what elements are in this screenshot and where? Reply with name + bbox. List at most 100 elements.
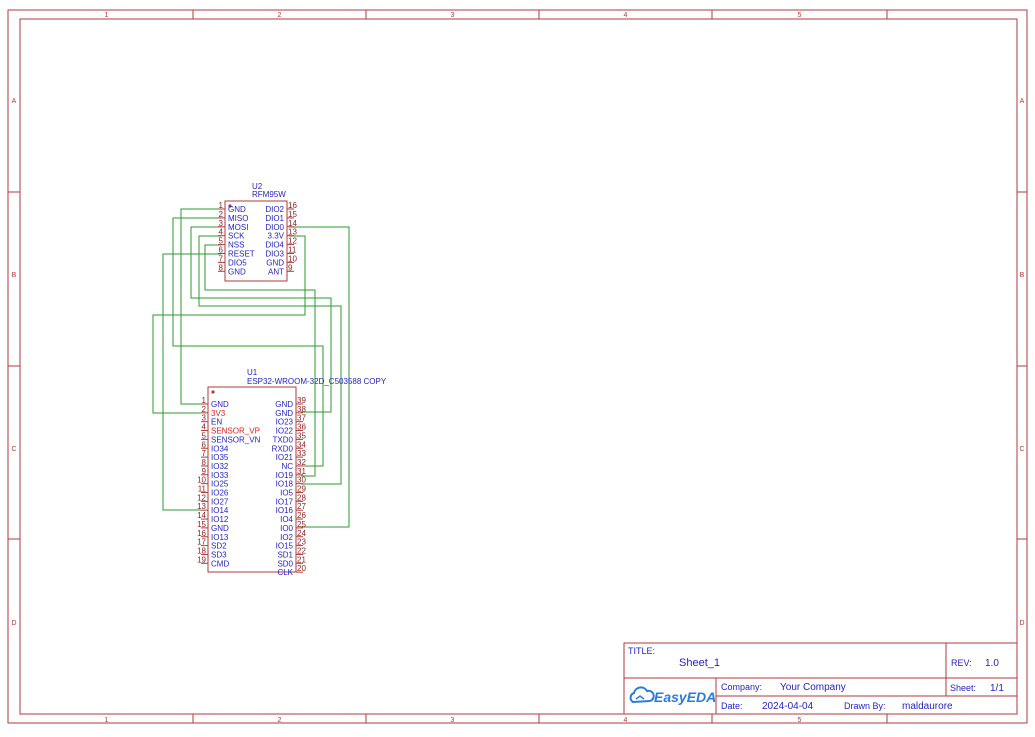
date-value: 2024-04-04 xyxy=(762,701,814,712)
u2-pin-number: 11 xyxy=(288,246,297,255)
frame-row-label: D xyxy=(11,620,16,627)
u2-pin-name: NSS xyxy=(228,241,244,250)
u1-pin-name: CLK xyxy=(277,568,293,577)
u1-pin-number: 1 xyxy=(202,396,207,405)
u1-pin-number: 15 xyxy=(197,520,206,529)
u1-pin-name: IO34 xyxy=(211,444,229,453)
u1-pin-number: 11 xyxy=(198,485,207,494)
u1-designator: U1 xyxy=(247,368,258,377)
u1-pin-name: IO16 xyxy=(276,506,294,515)
u2-pin-name: DIO0 xyxy=(265,223,284,232)
u1-pin-number: 12 xyxy=(197,493,206,502)
u1-pin-number: 26 xyxy=(297,511,306,520)
u1-pin-number: 38 xyxy=(297,405,306,414)
u1-pin-name: SD1 xyxy=(277,550,293,559)
u1-pin-name: SENSOR_VP xyxy=(211,427,260,436)
u1-pin-number: 35 xyxy=(297,431,306,440)
u2-pin-name: RESET xyxy=(228,250,255,259)
u1-pin-name: GND xyxy=(275,409,293,418)
u1-pin-name: 3V3 xyxy=(211,409,226,418)
u1-pin-name: SD0 xyxy=(277,559,293,568)
u1-pin-number: 3 xyxy=(202,414,207,423)
u1-pin-number: 32 xyxy=(297,458,306,467)
u1-pin-name: SENSOR_VN xyxy=(211,435,261,444)
u1-pin-name: IO2 xyxy=(280,533,293,542)
frame-row-label: A xyxy=(12,98,17,105)
u2-pin-name: 3.3V xyxy=(268,232,285,241)
frame-inner-border xyxy=(19,18,1018,715)
u2-pin-name: DIO3 xyxy=(265,250,284,259)
title-label: TITLE: xyxy=(628,646,655,656)
u2-rfm95w-component[interactable]: U2 RFM95W 1 GND2 MISO3 MOSI4 SCK5 NSS6 RESET7 D… xyxy=(218,182,297,282)
u2-pin-name: MISO xyxy=(228,214,248,223)
u1-pin-name: IO13 xyxy=(211,533,229,542)
u2-part-name: RFM95W xyxy=(252,190,286,199)
u1-pin-name: IO23 xyxy=(276,418,294,427)
u1-pin-number: 18 xyxy=(197,546,206,555)
u1-part-name: ESP32-WROOM-32D_C503588 COPY xyxy=(247,377,387,386)
drawn-by-label: Drawn By: xyxy=(844,701,886,711)
title-value: Sheet_1 xyxy=(679,657,720,669)
u2-pin-name: GND xyxy=(266,258,284,267)
frame-column-label: 2 xyxy=(278,717,282,724)
u1-pin-number: 37 xyxy=(297,414,306,423)
frame-column-label: 4 xyxy=(624,717,628,724)
u2-pin-number: 9 xyxy=(288,263,293,272)
u1-esp32-component[interactable]: U1 ESP32-WROOM-32D_C503588 COPY 1 GND 2 3V3… xyxy=(197,368,387,577)
frame-column-label: 1 xyxy=(105,12,109,19)
frame-zone-ticks xyxy=(8,10,1027,723)
u1-pin-number: 27 xyxy=(297,502,306,511)
u2-pin-name: DIO2 xyxy=(265,205,284,214)
u1-pin-number: 4 xyxy=(202,423,207,432)
u1-pin-number: 21 xyxy=(297,555,306,564)
u1-pin-number: 16 xyxy=(197,529,206,538)
u1-pin-name: IO17 xyxy=(276,497,294,506)
u1-pin-name: CMD xyxy=(211,559,229,568)
frame-column-label: 3 xyxy=(451,12,455,19)
u1-pin-number: 7 xyxy=(202,449,207,458)
u1-pin-name: IO19 xyxy=(276,471,294,480)
u2-pin-number: 10 xyxy=(288,254,297,263)
frame-column-label: 1 xyxy=(105,717,109,724)
u1-pin-number: 29 xyxy=(297,485,306,494)
u1-pin-name: IO5 xyxy=(280,489,293,498)
u1-pin-number: 6 xyxy=(202,440,207,449)
u1-pin-name: IO0 xyxy=(280,524,293,533)
frame-column-label: 5 xyxy=(798,717,802,724)
u1-pin-number: 30 xyxy=(297,476,306,485)
u2-pin-number: 7 xyxy=(219,254,224,263)
u1-pin-number: 10 xyxy=(197,476,206,485)
frame-row-label: C xyxy=(1019,446,1024,453)
u2-pin-name: MOSI xyxy=(228,223,248,232)
u1-pin-name: IO26 xyxy=(211,489,229,498)
frame-row-label: D xyxy=(1019,620,1024,627)
u1-pin-name: TXD0 xyxy=(273,435,294,444)
u1-pin-name: RXD0 xyxy=(272,444,294,453)
u1-pin-number: 24 xyxy=(297,529,306,538)
company-value: Your Company xyxy=(780,682,846,693)
u2-pin-name: DIO1 xyxy=(265,214,284,223)
u1-pin-number: 23 xyxy=(297,538,306,547)
u1-pin-name: EN xyxy=(211,418,222,427)
u1-pin-name: GND xyxy=(275,400,293,409)
u1-pin-number: 5 xyxy=(202,431,207,440)
u1-pin-number: 25 xyxy=(297,520,306,529)
u1-pin-name: NC xyxy=(281,462,293,471)
u2-pin-number: 14 xyxy=(288,219,297,228)
company-label: Company: xyxy=(721,682,762,692)
u1-pin-number: 17 xyxy=(197,538,206,547)
schematic-canvas: 1122334455A AB BC CD D U2 RFM95W 1 GND2 MISO3 M… xyxy=(7,9,1028,724)
u1-pin-name: SD2 xyxy=(211,542,227,551)
drawn-by-value: maldaurore xyxy=(902,701,953,712)
u1-pin-number: 20 xyxy=(297,564,306,573)
u2-pin-number: 4 xyxy=(219,228,224,237)
u1-pin-name: SD3 xyxy=(211,550,227,559)
easyeda-logo-text: EasyEDA xyxy=(654,689,716,705)
u2-pin-name: SCK xyxy=(228,232,245,241)
frame-outer-border xyxy=(7,9,1028,724)
u1-pin-number: 34 xyxy=(297,440,306,449)
u2-pin-name: GND xyxy=(228,267,246,276)
frame-column-label: 2 xyxy=(278,12,282,19)
u1-pin-name: IO32 xyxy=(211,462,229,471)
u2-pin-number: 2 xyxy=(219,210,224,219)
